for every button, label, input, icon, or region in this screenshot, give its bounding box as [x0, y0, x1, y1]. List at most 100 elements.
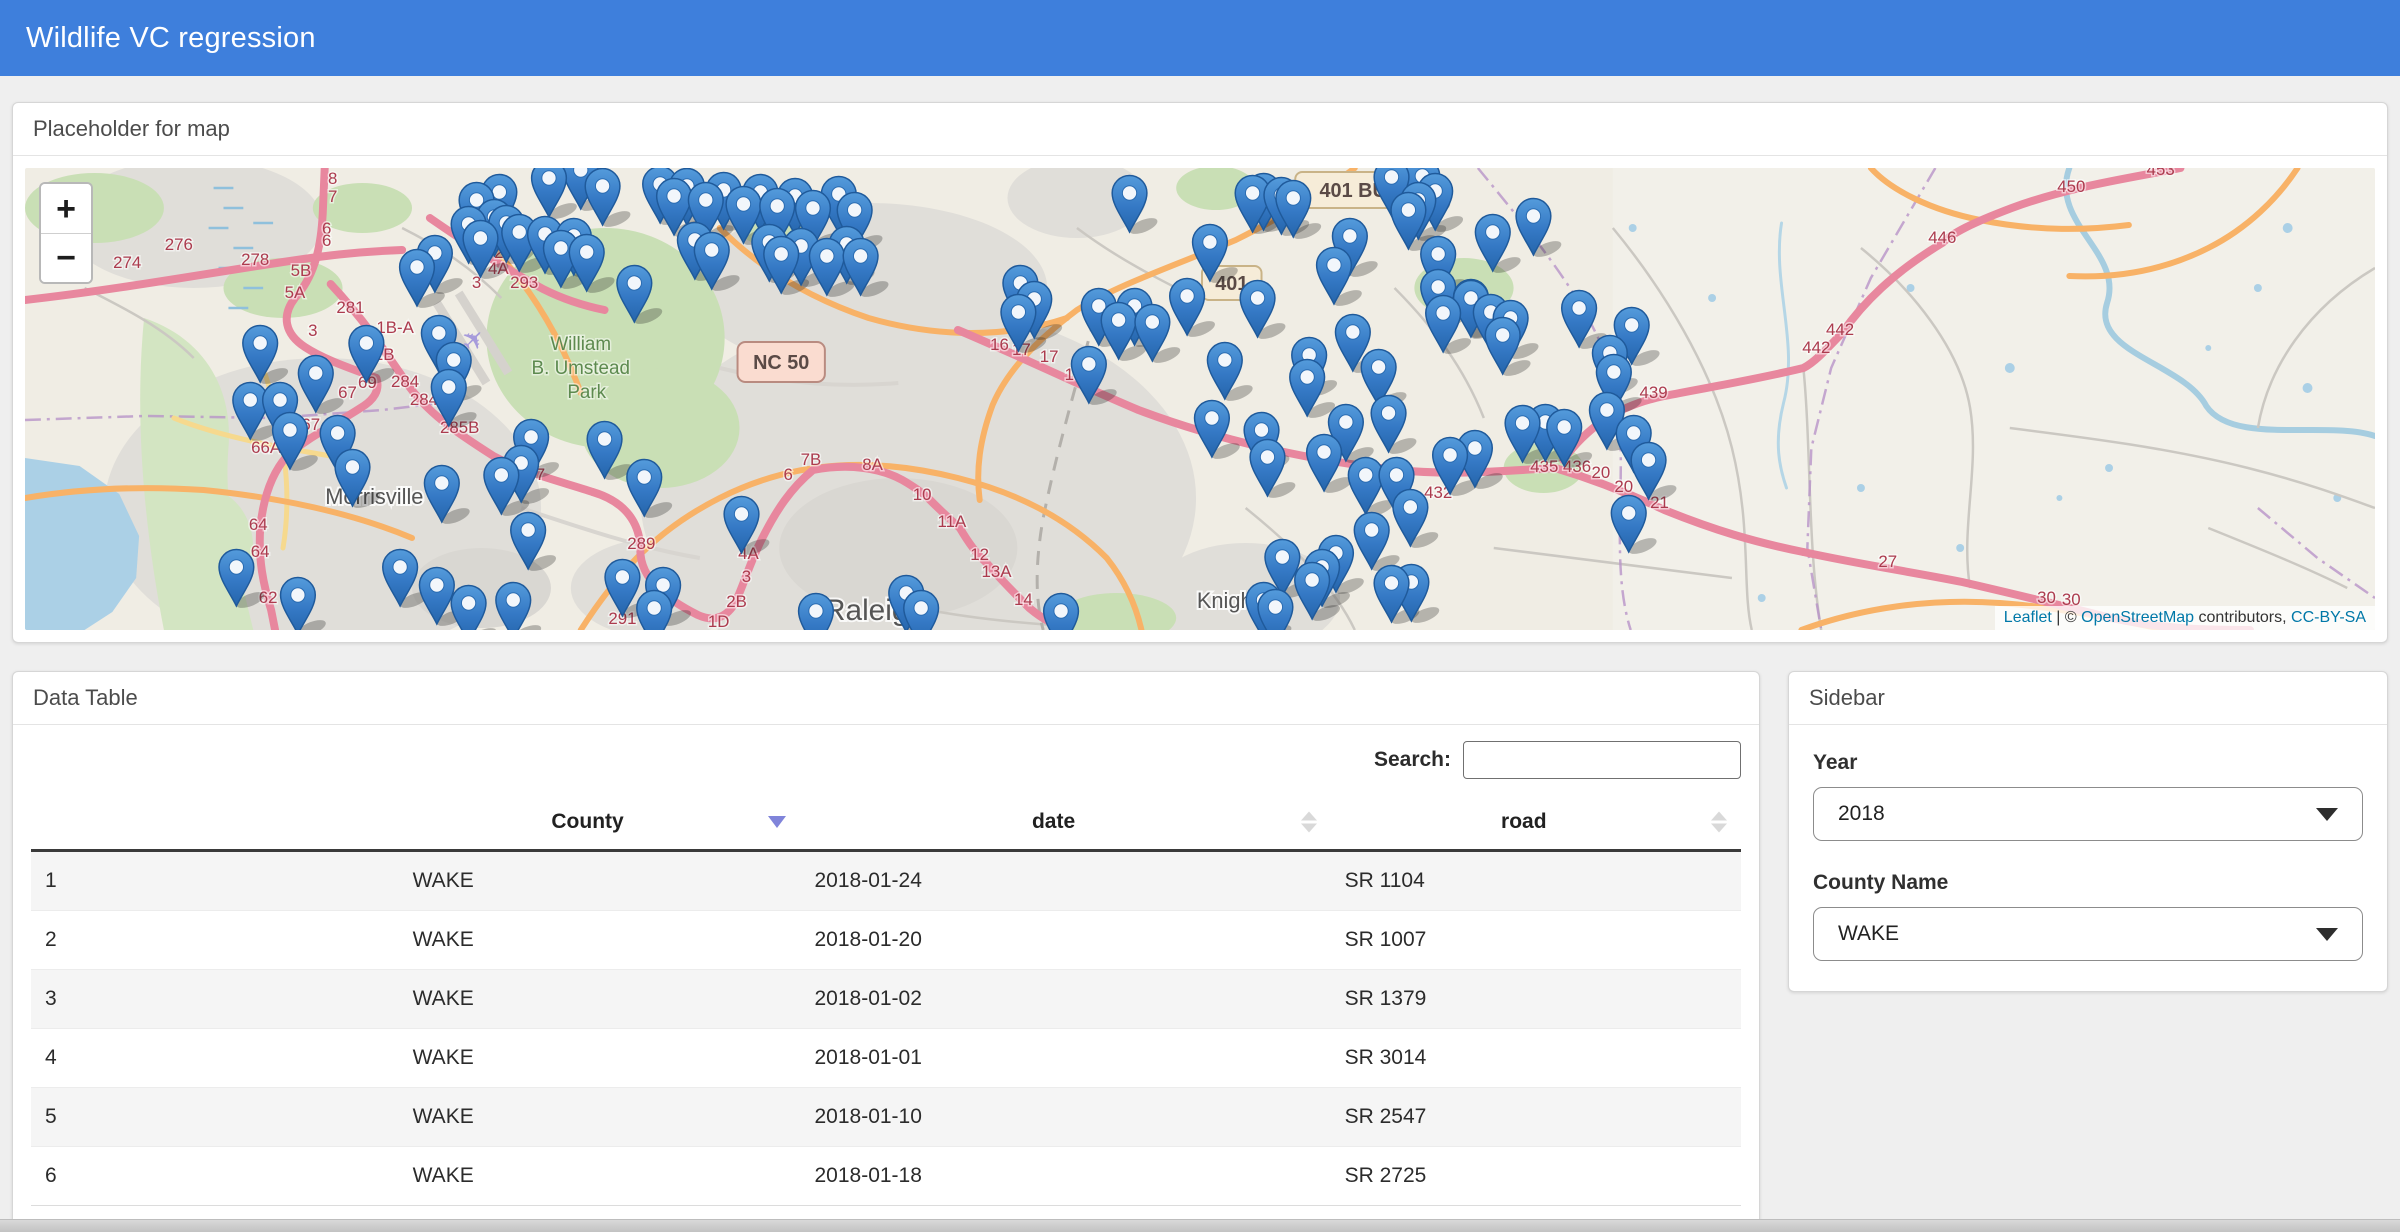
license-link[interactable]: CC-BY-SA	[2291, 609, 2366, 626]
cell-road: SR 1379	[1331, 970, 1741, 1029]
label-park-line1: William	[550, 334, 611, 355]
sort-desc-icon[interactable]	[768, 816, 786, 828]
year-select[interactable]: 2018	[1813, 787, 2363, 841]
road-number-label: 284	[391, 372, 419, 391]
road-number-label: 293	[510, 273, 538, 292]
map-card-header: Placeholder for map	[13, 103, 2387, 156]
cell-road: SR 2547	[1331, 1088, 1741, 1147]
sidebar-card: Sidebar Year 2018 County Name WAKE	[1788, 671, 2388, 992]
table-row[interactable]: 4 WAKE 2018-01-01 SR 3014	[31, 1029, 1741, 1088]
cell-index: 4	[31, 1029, 399, 1088]
search-label: Search:	[1374, 748, 1451, 772]
cell-index: 3	[31, 970, 399, 1029]
cell-index: 2	[31, 911, 399, 970]
zoom-in-button[interactable]: +	[41, 184, 91, 233]
cell-county: WAKE	[399, 1029, 801, 1088]
sort-both-icon[interactable]	[1301, 812, 1317, 833]
column-header-index[interactable]	[31, 795, 399, 851]
osm-link[interactable]: OpenStreetMap	[2081, 609, 2194, 626]
road-number-label: 446	[1928, 228, 1956, 247]
county-select-value: WAKE	[1838, 922, 1899, 946]
table-row[interactable]: 2 WAKE 2018-01-20 SR 1007	[31, 911, 1741, 970]
road-number-label: 8	[328, 169, 337, 188]
records-table: County date road	[31, 795, 1741, 1206]
sidebar-title: Sidebar	[1809, 685, 1885, 710]
road-number-label: 281	[336, 298, 364, 317]
road-number-label: 442	[1802, 338, 1830, 357]
map-zoom-control: + −	[39, 182, 93, 284]
road-number-label: 6	[783, 465, 792, 484]
table-row[interactable]: 5 WAKE 2018-01-10 SR 2547	[31, 1088, 1741, 1147]
app-title: Wildlife VC regression	[26, 22, 316, 55]
road-number-label: 16	[990, 335, 1009, 354]
column-header-road[interactable]: road	[1331, 795, 1741, 851]
map-card: Placeholder for map	[12, 102, 2388, 643]
county-label: County Name	[1813, 871, 2363, 895]
map-marker[interactable]	[799, 594, 834, 631]
road-number-label: 274	[113, 253, 141, 272]
cell-county: WAKE	[399, 1088, 801, 1147]
map-marker[interactable]	[904, 591, 939, 631]
label-park-line3: Park	[567, 382, 606, 403]
cell-index: 6	[31, 1147, 399, 1206]
cell-date: 2018-01-01	[800, 1029, 1330, 1088]
road-number-label: 289	[627, 534, 655, 553]
road-number-label: 27	[1878, 552, 1897, 571]
search-input[interactable]	[1463, 741, 1741, 779]
road-number-label: 439	[1639, 383, 1667, 402]
road-number-label: 6	[322, 231, 331, 250]
cell-date: 2018-01-24	[800, 851, 1330, 911]
road-number-label: 64	[249, 515, 268, 534]
data-table-card: Data Table Search: County	[12, 671, 1760, 1232]
map-canvas: 27427627887665B5A32811B-A1B284284285B287…	[25, 168, 2375, 630]
county-select[interactable]: WAKE	[1813, 907, 2363, 961]
road-number-label: 278	[241, 250, 269, 269]
road-number-label: 3	[742, 567, 751, 586]
road-number-label: 7	[328, 187, 337, 206]
horizontal-scrollbar[interactable]	[0, 1219, 2400, 1232]
cell-road: SR 2725	[1331, 1147, 1741, 1206]
leaflet-map[interactable]: 27427627887665B5A32811B-A1B284284285B287…	[25, 168, 2375, 630]
leaflet-link[interactable]: Leaflet	[2004, 609, 2052, 626]
map-marker[interactable]	[1044, 594, 1079, 631]
table-row[interactable]: 1 WAKE 2018-01-24 SR 1104	[31, 851, 1741, 911]
road-number-label: 30	[2037, 588, 2056, 607]
cell-county: WAKE	[399, 1147, 801, 1206]
road-number-label: 7B	[801, 450, 822, 469]
cell-index: 1	[31, 851, 399, 911]
map-attribution: Leaflet | © OpenStreetMap contributors, …	[1995, 606, 2375, 630]
year-label: Year	[1813, 751, 2363, 775]
top-navbar: Wildlife VC regression	[0, 0, 2400, 76]
cell-road: SR 1007	[1331, 911, 1741, 970]
column-header-date[interactable]: date	[800, 795, 1330, 851]
road-number-label: 11A	[938, 512, 967, 531]
cell-road: SR 1104	[1331, 851, 1741, 911]
road-number-label: 5A	[285, 283, 306, 302]
cell-county: WAKE	[399, 970, 801, 1029]
road-number-label: 2B	[726, 592, 747, 611]
road-number-label: 8A	[862, 455, 883, 474]
cell-index: 5	[31, 1088, 399, 1147]
column-header-county[interactable]: County	[399, 795, 801, 851]
zoom-out-button[interactable]: −	[41, 233, 91, 282]
road-number-label: 5B	[291, 261, 312, 280]
road-number-label: 20	[1592, 463, 1611, 482]
road-number-label: 20	[1614, 477, 1633, 496]
sort-both-icon[interactable]	[1711, 812, 1727, 833]
road-number-label: 10	[913, 485, 932, 504]
road-number-label: 3	[308, 321, 317, 340]
cell-date: 2018-01-02	[800, 970, 1330, 1029]
road-number-label: 64	[251, 542, 270, 561]
cell-date: 2018-01-18	[800, 1147, 1330, 1206]
road-number-label: 450	[2057, 177, 2085, 196]
cell-date: 2018-01-20	[800, 911, 1330, 970]
map-marker[interactable]	[1258, 590, 1293, 631]
table-row[interactable]: 3 WAKE 2018-01-02 SR 1379	[31, 970, 1741, 1029]
year-select-value: 2018	[1838, 802, 1885, 826]
data-table-title: Data Table	[33, 685, 138, 710]
table-row[interactable]: 6 WAKE 2018-01-18 SR 2725	[31, 1147, 1741, 1206]
chevron-down-icon	[2316, 928, 2338, 941]
map-marker[interactable]	[637, 591, 672, 631]
map-card-title: Placeholder for map	[33, 116, 230, 141]
cell-county: WAKE	[399, 851, 801, 911]
